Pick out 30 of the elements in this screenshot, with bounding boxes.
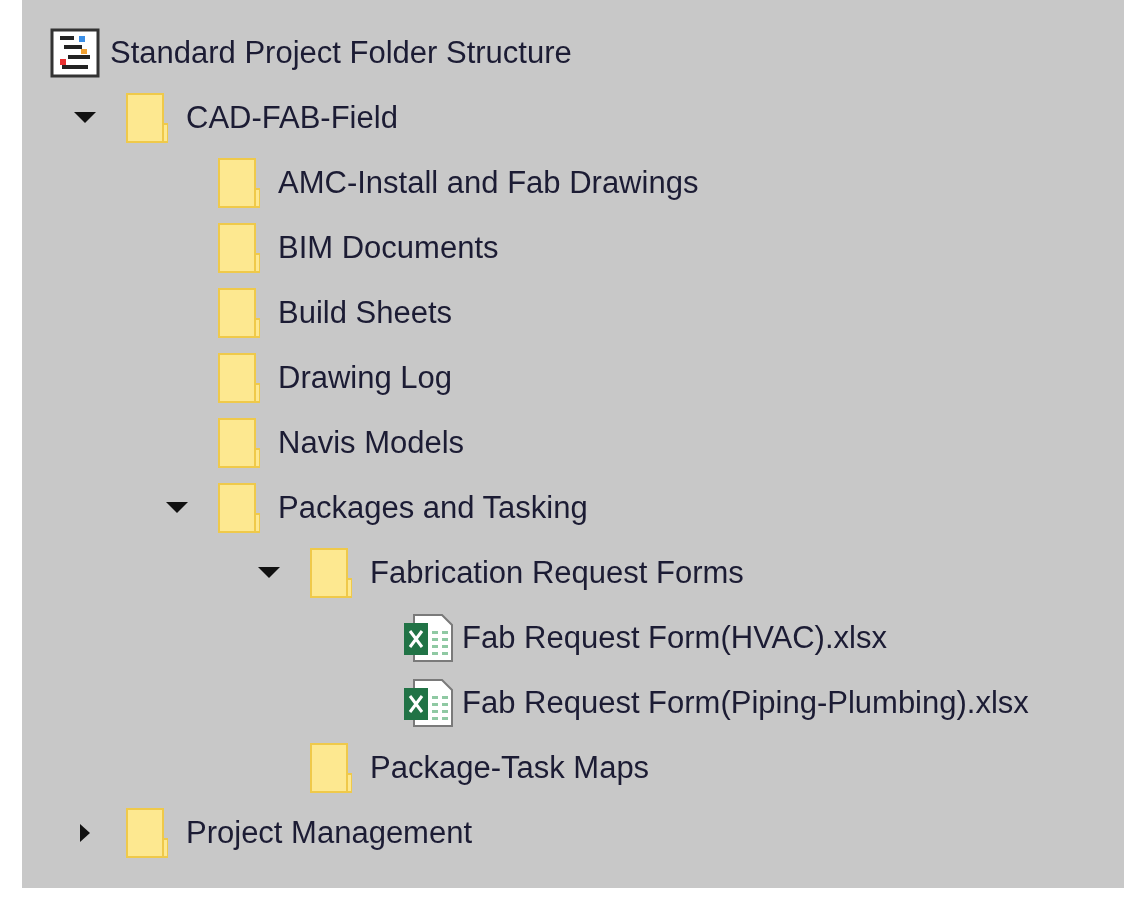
tree-item-label[interactable]: Navis Models — [278, 427, 465, 458]
tree-item-label[interactable]: Drawing Log — [278, 362, 453, 393]
collapsed-caret-icon[interactable] — [80, 823, 90, 842]
tree-item-label[interactable]: Fab Request Form(HVAC).xlsx — [462, 622, 887, 653]
spreadsheet-icon — [402, 677, 454, 728]
tree-item-label[interactable]: Package-Task Maps — [370, 752, 650, 783]
tree-item-label[interactable]: CAD-FAB-Field — [186, 102, 398, 133]
tree-item-label[interactable]: Packages and Tasking — [278, 492, 588, 523]
expanded-caret-icon[interactable] — [74, 111, 96, 124]
tree-item-label[interactable]: Project Management — [186, 817, 473, 848]
folder-icon — [218, 482, 260, 533]
folder-icon — [218, 352, 260, 403]
expanded-caret-icon[interactable] — [166, 501, 188, 514]
folder-icon — [218, 222, 260, 273]
tree-item-label[interactable]: BIM Documents — [278, 232, 499, 263]
folder-icon — [310, 547, 352, 598]
tree-item-label[interactable]: Standard Project Folder Structure — [110, 37, 572, 68]
tree-item-label[interactable]: AMC-Install and Fab Drawings — [278, 167, 699, 198]
project-icon — [50, 27, 100, 78]
expanded-caret-icon[interactable] — [258, 566, 280, 579]
folder-icon — [218, 417, 260, 468]
folder-icon — [126, 807, 168, 858]
tree-item-label[interactable]: Fabrication Request Forms — [370, 557, 744, 588]
folder-icon — [218, 287, 260, 338]
tree-item-label[interactable]: Build Sheets — [278, 297, 453, 328]
folder-icon — [126, 92, 168, 143]
spreadsheet-icon — [402, 612, 454, 663]
folder-icon — [310, 742, 352, 793]
tree-item-label[interactable]: Fab Request Form(Piping-Plumbing).xlsx — [462, 687, 1029, 718]
folder-icon — [218, 157, 260, 208]
